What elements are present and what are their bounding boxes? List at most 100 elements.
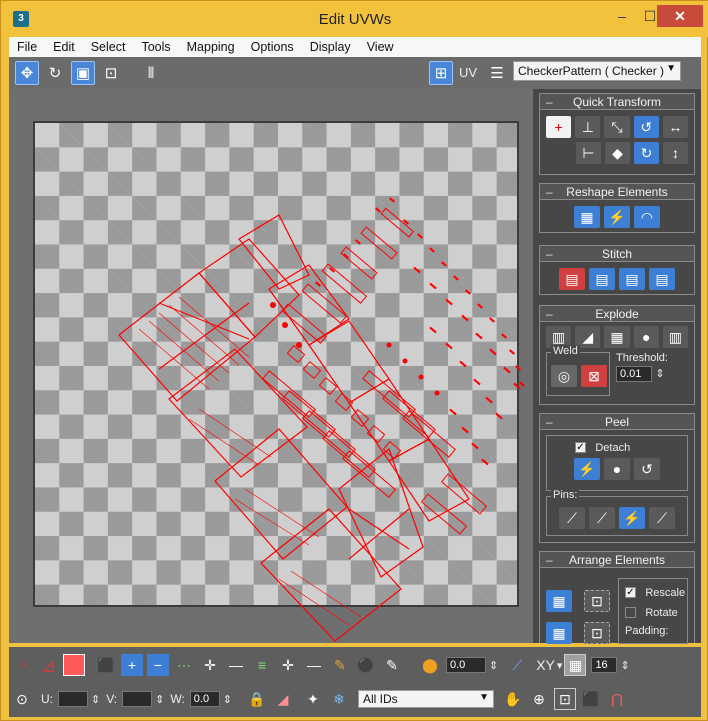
flatten-icon[interactable]: ▦ <box>604 326 630 348</box>
loop-icon[interactable]: ⋯ <box>173 654 195 676</box>
mirror-tool-icon[interactable]: ⫴ <box>139 61 163 85</box>
xy-label[interactable]: XY <box>536 657 555 673</box>
arc-icon[interactable]: ◠ <box>634 206 660 228</box>
zoom-input[interactable]: 16 <box>591 657 618 673</box>
shrink-ring-icon[interactable]: — <box>303 654 325 676</box>
element-mode-icon[interactable]: ⬛ <box>95 654 117 676</box>
straighten-icon[interactable]: ◆ <box>605 142 630 164</box>
grow-selection-icon[interactable]: + <box>121 654 143 676</box>
light-icon[interactable]: ✦ <box>302 688 324 710</box>
peel-title[interactable]: Peel <box>540 414 694 430</box>
rotate-tool-icon[interactable]: ↻ <box>43 61 67 85</box>
v-input[interactable] <box>122 691 153 707</box>
uv-list-icon[interactable]: ☰ <box>485 61 509 85</box>
polygon-mode-icon[interactable] <box>63 654 85 676</box>
w-input[interactable]: 0.0 <box>189 691 220 707</box>
quick-peel-icon[interactable]: ⚡ <box>574 458 600 480</box>
stitch-to-target-icon[interactable]: ▤ <box>619 268 645 290</box>
zoom-spinner-icon[interactable]: ⇕ <box>620 659 629 672</box>
unpin-icon[interactable]: ⟋ <box>589 507 615 529</box>
close-button[interactable]: ✕ <box>657 5 703 27</box>
menu-display[interactable]: Display <box>302 40 359 54</box>
grow-ring-icon[interactable]: ✛ <box>277 654 299 676</box>
uv-wireframe[interactable] <box>9 89 533 643</box>
space-horizontal-icon[interactable]: ↔ <box>662 116 689 138</box>
magnet-icon[interactable]: ⋂ <box>606 688 628 710</box>
w-spinner-icon[interactable]: ⇕ <box>223 693 232 706</box>
uv-element-large-5[interactable] <box>338 448 424 578</box>
grid-snap-icon[interactable]: ▦ <box>564 654 587 676</box>
title-bar[interactable]: 3 Edit UVWs – ☐ ✕ <box>1 1 708 37</box>
menu-select[interactable]: Select <box>83 40 134 54</box>
soft-selection-icon[interactable]: ⬤ <box>419 654 441 676</box>
weld-selected-icon[interactable]: ⊠ <box>581 365 607 387</box>
uv-element-7[interactable] <box>238 214 310 290</box>
vertex-mode-icon[interactable]: ⁘ <box>11 654 33 676</box>
menu-file[interactable]: File <box>9 40 45 54</box>
minimize-button[interactable]: – <box>607 5 637 27</box>
scale-tool-icon[interactable]: ▣ <box>71 61 95 85</box>
uv-element-large-3[interactable] <box>214 428 348 560</box>
stitch-title[interactable]: Stitch <box>540 246 694 262</box>
pin-icon[interactable]: ⟋ <box>559 507 585 529</box>
paint-grow-icon[interactable]: ⚫ <box>355 654 377 676</box>
ids-dropdown[interactable]: All IDs ▼ <box>358 690 495 708</box>
menu-view[interactable]: View <box>359 40 402 54</box>
hide-icon[interactable]: ◢ <box>272 688 294 710</box>
rotate-checkbox[interactable] <box>625 607 636 619</box>
rotate-cw-icon[interactable]: ↻ <box>634 142 659 164</box>
u-input[interactable] <box>58 691 88 707</box>
relax-icon[interactable]: ⚡ <box>604 206 630 228</box>
threshold-input[interactable]: 0.01 <box>616 366 652 382</box>
absolute-offset-icon[interactable]: ⊙ <box>11 688 33 710</box>
ring-icon[interactable]: ≡ <box>251 654 273 676</box>
freeze-icon[interactable]: ❄ <box>328 688 350 710</box>
pack-together-icon[interactable]: ▦ <box>546 622 572 644</box>
weld-target-icon[interactable]: ◎ <box>551 365 577 387</box>
zoom-region-icon[interactable]: ⊡ <box>554 688 577 710</box>
align-diagonal-icon[interactable]: ⤡ <box>604 116 630 138</box>
falloff-icon[interactable]: ⟋ <box>506 654 528 676</box>
pivot-icon[interactable]: + <box>546 116 572 138</box>
pack-fit-icon[interactable]: ⊡ <box>584 622 610 644</box>
sphere-icon[interactable]: ● <box>633 326 659 348</box>
zoom-icon[interactable]: ⊕ <box>528 688 550 710</box>
align-vertical-icon[interactable]: ⊥ <box>575 116 601 138</box>
align-horizontal-icon[interactable]: ⊢ <box>576 142 601 164</box>
quick-transform-title[interactable]: Quick Transform <box>540 94 694 110</box>
select-pins-icon[interactable]: ⟋ <box>649 507 675 529</box>
stitch-to-source-icon[interactable]: ▤ <box>559 268 585 290</box>
rotate-ccw-icon[interactable]: ↺ <box>633 116 659 138</box>
freeform-tool-icon[interactable]: ⊡ <box>99 61 123 85</box>
menu-mapping[interactable]: Mapping <box>179 40 243 54</box>
straighten-selection-icon[interactable]: ▦ <box>574 206 600 228</box>
paint-shrink-icon[interactable]: ✎ <box>381 654 403 676</box>
break-by-uv-icon[interactable]: ▥ <box>662 326 689 348</box>
uv-viewport[interactable] <box>9 89 533 643</box>
peel-mode-icon[interactable]: ● <box>604 458 630 480</box>
grow-loop-icon[interactable]: ✛ <box>199 654 221 676</box>
shrink-loop-icon[interactable]: — <box>225 654 247 676</box>
paint-select-icon[interactable]: ✎ <box>329 654 351 676</box>
uv-element-large-2[interactable] <box>168 348 308 478</box>
stitch-average-icon[interactable]: ▤ <box>589 268 615 290</box>
map-dropdown[interactable]: CheckerPattern ( Checker ) ▼ <box>513 61 681 81</box>
lock-icon[interactable]: 🔒 <box>246 688 268 710</box>
move-tool-icon[interactable]: ✥ <box>15 61 39 85</box>
stitch-custom-icon[interactable]: ▤ <box>649 268 675 290</box>
menu-options[interactable]: Options <box>243 40 302 54</box>
show-map-icon[interactable]: ⊞ <box>429 61 453 85</box>
auto-pin-icon[interactable]: ⚡ <box>619 507 645 529</box>
pack-normalize-icon[interactable]: ▦ <box>546 590 572 612</box>
v-spinner-icon[interactable]: ⇕ <box>155 693 164 706</box>
u-spinner-icon[interactable]: ⇕ <box>91 693 100 706</box>
rescale-checkbox[interactable]: ✓ <box>625 587 636 599</box>
edge-mode-icon[interactable]: ◿ <box>37 654 59 676</box>
soft-selection-input[interactable]: 0.0 <box>446 657 486 673</box>
space-vertical-icon[interactable]: ↕ <box>663 142 688 164</box>
pan-icon[interactable]: ✋ <box>502 688 524 710</box>
detach-checkbox[interactable]: ✓ <box>575 442 586 454</box>
uv-element-11[interactable] <box>388 438 470 522</box>
xy-dropdown-icon[interactable]: ▾ <box>557 659 563 672</box>
soft-spinner-icon[interactable]: ⇕ <box>489 659 498 672</box>
